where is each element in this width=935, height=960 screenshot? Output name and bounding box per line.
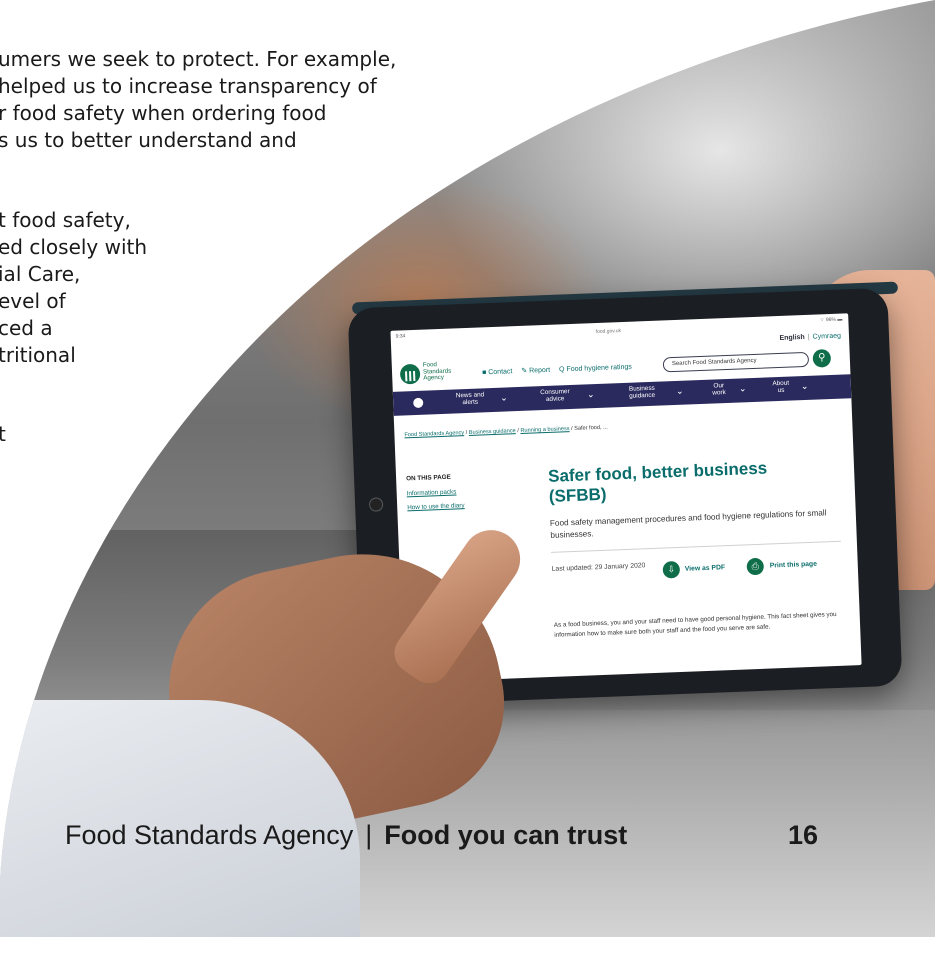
tablet-camera [369,497,384,512]
lang-current: English [779,333,805,342]
breadcrumb-home[interactable]: Food Standards Agency [404,430,464,438]
status-url: food.gov.uk [595,328,622,336]
fsa-logo-mark [400,364,421,385]
contact-link[interactable]: ■ Contact [482,368,513,376]
article-line: s us to better understand and [0,128,297,152]
chevron-down-icon: ⌄ [738,383,747,394]
battery-icon: ⌔ 96% ▬ [819,316,843,324]
chevron-down-icon: ⌄ [499,392,508,403]
page-lead: Food safety management procedures and fo… [549,508,827,540]
page-number: 16 [788,820,819,850]
report-link[interactable]: ✎ Report [521,367,550,375]
breadcrumb-running-a-business[interactable]: Running a business [520,426,569,434]
download-icon[interactable]: ⇩ [663,561,681,579]
breadcrumb-business-guidance[interactable]: Business guidance [469,428,516,436]
article-line: umers we seek to protect. For example, [0,47,397,71]
home-icon[interactable] [413,398,423,408]
print-page-button[interactable]: Print this page [770,561,817,570]
article-line: t food safety, [0,208,131,232]
search-icon[interactable]: ⚲ [812,349,831,368]
hygiene-ratings-link[interactable]: Q Food hygiene ratings [559,364,632,374]
divider [551,541,841,553]
fsa-logo-text: Food Standards Agency [422,361,452,382]
status-time: 9:34 [395,333,406,340]
article-line: ced a [0,316,53,340]
nav-business-guidance[interactable]: Business guidance [619,384,666,401]
article-line: ed closely with [0,235,148,259]
footer-org: Food Standards Agency [65,820,354,850]
breadcrumb: Food Standards Agency / Business guidanc… [404,424,608,439]
chevron-down-icon: ⌄ [675,385,684,396]
lang-cymraeg-link[interactable]: Cymraeg [812,333,841,341]
last-updated: Last updated: 29 January 2020 [551,562,646,573]
information-packs-link[interactable]: Information packs [407,488,457,497]
view-as-pdf-button[interactable]: View as PDF [685,564,726,573]
main-nav: News and alerts ⌄ Consumer advice ⌄ Busine… [393,374,852,416]
nav-our-work[interactable]: Our work [703,382,736,398]
lang-separator: | [807,333,810,341]
footer-tagline: Food you can trust [384,820,628,850]
article-line: helped us to increase transparency of [0,74,377,98]
language-switcher: English | Cymraeg [779,333,841,342]
print-icon[interactable]: ⎙ [746,558,764,576]
on-this-page-heading: ON THIS PAGE [406,473,451,483]
body-paragraph: As a food business, you and your staff n… [553,610,837,639]
chevron-down-icon: ⌄ [586,389,595,400]
nav-news-and-alerts[interactable]: News and alerts [448,391,493,407]
utility-links: ■ Contact ✎ Report Q Food hygiene rating… [482,362,639,376]
article-line: ial Care, [0,262,81,286]
breadcrumb-current[interactable]: Safer food, ... [574,425,608,432]
article-line: t [0,422,6,446]
chevron-down-icon: ⌄ [800,380,809,392]
how-to-use-diary-link[interactable]: How to use the diary [407,502,465,511]
nav-consumer-advice[interactable]: Consumer advice [533,388,578,404]
page-footer: Food Standards Agency | Food you can trust [65,820,627,851]
nav-about-us[interactable]: About us [765,379,798,395]
article-line: evel of [0,289,66,313]
footer-separator: | [365,820,373,850]
article-line: tritional [0,343,76,367]
article-line: r food safety when ordering food [0,101,327,125]
search-input[interactable]: Search Food Standards Agency [663,352,809,373]
page-title: Safer food, better business (SFBB) [547,458,768,506]
fsa-logo[interactable]: Food Standards Agency [400,360,461,388]
